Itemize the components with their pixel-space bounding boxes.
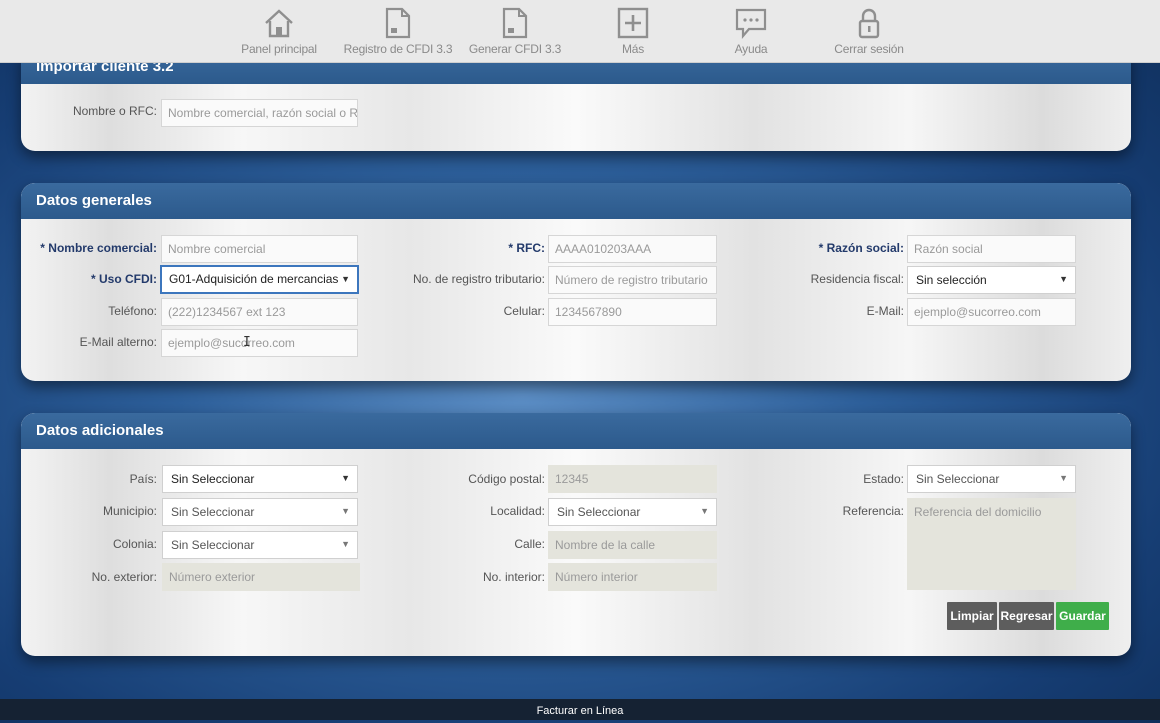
estado-value: Sin Seleccionar bbox=[916, 472, 1000, 486]
email-alterno-input[interactable]: ejemplo@sucorreo.com bbox=[161, 329, 358, 357]
limpiar-button[interactable]: Limpiar bbox=[947, 602, 997, 630]
footer: Facturar en Línea bbox=[0, 699, 1160, 720]
localidad-label: Localidad: bbox=[490, 504, 545, 518]
estado-select[interactable]: Sin Seleccionar ▼ bbox=[907, 465, 1076, 493]
colonia-label: Colonia: bbox=[112, 537, 157, 551]
celular-input[interactable]: 1234567890 bbox=[548, 298, 717, 326]
email-alterno-label: E-Mail alterno: bbox=[79, 335, 157, 349]
dropdown-arrow-icon: ▼ bbox=[700, 506, 709, 516]
top-navigation: Panel principal Registro de CFDI 3.3 Gen… bbox=[0, 0, 1160, 63]
chat-bubble-icon bbox=[691, 6, 811, 40]
celular-label: Celular: bbox=[503, 304, 545, 318]
municipio-label: Municipio: bbox=[102, 504, 157, 518]
guardar-button[interactable]: Guardar bbox=[1056, 602, 1109, 630]
lock-icon bbox=[809, 6, 929, 40]
estado-label: Estado: bbox=[863, 472, 904, 486]
document-icon bbox=[455, 6, 575, 40]
importar-cliente-panel: Importar cliente 3.2 Nombre o RFC: Nombr… bbox=[21, 48, 1131, 151]
regresar-button[interactable]: Regresar bbox=[999, 602, 1054, 630]
nav-label: Ayuda bbox=[734, 42, 768, 56]
footer-text: Facturar en Línea bbox=[536, 705, 624, 717]
nav-ayuda[interactable]: Ayuda bbox=[691, 6, 811, 56]
razon-social-input[interactable]: Razón social bbox=[907, 235, 1076, 263]
uso-cfdi-select[interactable]: G01-Adquisición de mercancias ▼ bbox=[160, 265, 359, 294]
nombre-comercial-label: * Nombre comercial: bbox=[40, 241, 157, 255]
nombre-comercial-input[interactable]: Nombre comercial bbox=[161, 235, 358, 263]
email-label: E-Mail: bbox=[866, 304, 904, 318]
uso-cfdi-label: * Uso CFDI: bbox=[91, 272, 157, 286]
telefono-input[interactable]: (222)1234567 ext 123 bbox=[161, 298, 358, 326]
text-cursor-icon: I bbox=[243, 335, 251, 350]
dropdown-arrow-icon: ▼ bbox=[341, 274, 350, 284]
dropdown-arrow-icon: ▼ bbox=[341, 473, 350, 483]
dropdown-arrow-icon: ▼ bbox=[1059, 274, 1068, 284]
residencia-fiscal-label: Residencia fiscal: bbox=[810, 272, 904, 286]
residencia-fiscal-select[interactable]: Sin selección ▼ bbox=[907, 266, 1076, 294]
nav-label: Cerrar sesión bbox=[834, 42, 904, 56]
localidad-value: Sin Seleccionar bbox=[557, 505, 641, 519]
referencia-textarea[interactable]: Referencia del domicilio bbox=[907, 498, 1076, 590]
colonia-value: Sin Seleccionar bbox=[171, 538, 255, 552]
nombre-rfc-input[interactable]: Nombre comercial, razón social o RFC bbox=[161, 99, 358, 127]
nav-cerrar-sesion[interactable]: Cerrar sesión bbox=[809, 6, 929, 56]
colonia-select[interactable]: Sin Seleccionar ▼ bbox=[162, 531, 358, 559]
referencia-label: Referencia: bbox=[842, 504, 904, 518]
codigo-postal-input[interactable]: 12345 bbox=[548, 465, 717, 493]
datos-generales-panel: Datos generales * Nombre comercial: Nomb… bbox=[21, 183, 1131, 381]
registro-tributario-label: No. de registro tributario: bbox=[412, 272, 545, 286]
rfc-label: * RFC: bbox=[508, 241, 545, 255]
calle-input[interactable]: Nombre de la calle bbox=[548, 531, 717, 559]
nav-label: Generar CFDI 3.3 bbox=[468, 42, 562, 56]
pais-select[interactable]: Sin Seleccionar ▼ bbox=[162, 465, 358, 493]
codigo-postal-label: Código postal: bbox=[468, 472, 545, 486]
dropdown-arrow-icon: ▼ bbox=[341, 539, 350, 549]
dropdown-arrow-icon: ▼ bbox=[341, 506, 350, 516]
municipio-value: Sin Seleccionar bbox=[171, 505, 255, 519]
nombre-rfc-label: Nombre o RFC: bbox=[72, 104, 157, 118]
panel-title: Datos adicionales bbox=[21, 413, 1131, 449]
pais-label: País: bbox=[129, 472, 157, 486]
registro-tributario-input[interactable]: Número de registro tributario bbox=[548, 266, 717, 294]
panel-title: Datos generales bbox=[21, 183, 1131, 219]
municipio-select[interactable]: Sin Seleccionar ▼ bbox=[162, 498, 358, 526]
nav-mas[interactable]: Más bbox=[573, 6, 693, 56]
dropdown-arrow-icon: ▼ bbox=[1059, 473, 1068, 483]
no-interior-label: No. interior: bbox=[482, 570, 545, 584]
calle-label: Calle: bbox=[514, 537, 545, 551]
nav-panel-principal[interactable]: Panel principal bbox=[219, 6, 339, 56]
no-exterior-label: No. exterior: bbox=[91, 570, 157, 584]
razon-social-label: * Razón social: bbox=[818, 241, 904, 255]
rfc-input[interactable]: AAAA010203AAA bbox=[548, 235, 717, 263]
nav-registro-cfdi[interactable]: Registro de CFDI 3.3 bbox=[338, 6, 458, 56]
nav-label: Panel principal bbox=[241, 42, 317, 56]
no-interior-input[interactable]: Número interior bbox=[548, 563, 717, 591]
localidad-select[interactable]: Sin Seleccionar ▼ bbox=[548, 498, 717, 526]
residencia-fiscal-value: Sin selección bbox=[916, 273, 987, 287]
nav-label: Más bbox=[621, 42, 645, 56]
home-icon bbox=[219, 6, 339, 40]
datos-adicionales-panel: Datos adicionales País: Sin Seleccionar … bbox=[21, 413, 1131, 656]
no-exterior-input[interactable]: Número exterior bbox=[162, 563, 360, 591]
pais-value: Sin Seleccionar bbox=[171, 472, 255, 486]
nav-label: Registro de CFDI 3.3 bbox=[343, 42, 453, 56]
uso-cfdi-value: G01-Adquisición de mercancias bbox=[169, 272, 339, 286]
email-input[interactable]: ejemplo@sucorreo.com bbox=[907, 298, 1076, 326]
document-icon bbox=[338, 6, 458, 40]
nav-generar-cfdi[interactable]: Generar CFDI 3.3 bbox=[455, 6, 575, 56]
plus-box-icon bbox=[573, 6, 693, 40]
telefono-label: Teléfono: bbox=[108, 304, 157, 318]
